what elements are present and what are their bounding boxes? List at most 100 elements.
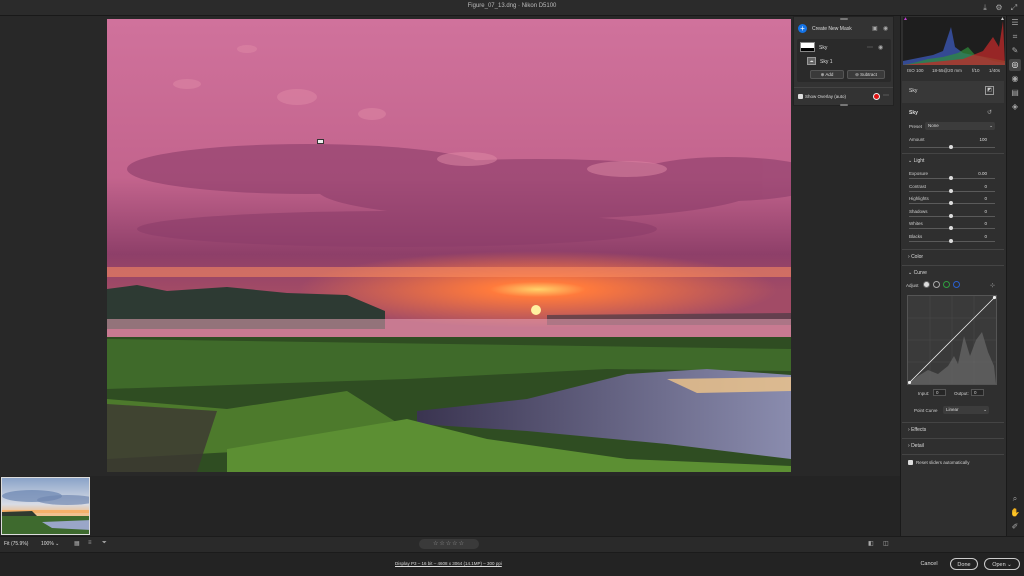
- mask-thumbnail[interactable]: [800, 42, 815, 52]
- blacks-value[interactable]: 0: [971, 234, 987, 239]
- green-channel-icon[interactable]: [943, 281, 950, 288]
- done-button[interactable]: Done: [950, 558, 978, 570]
- panel-drag-handle[interactable]: [840, 18, 848, 20]
- preset-label: Preset: [909, 124, 923, 129]
- amount-value[interactable]: 100: [971, 137, 987, 142]
- masking-icon[interactable]: ◎: [1009, 59, 1021, 71]
- preset-dropdown[interactable]: None ⌄: [925, 122, 995, 130]
- amount-slider-thumb[interactable]: [949, 145, 953, 149]
- mask-edit-icon[interactable]: ◩: [985, 86, 994, 95]
- filter-icon[interactable]: ⏷: [102, 540, 107, 547]
- shadow-clipping-icon[interactable]: ▲: [903, 16, 908, 22]
- show-overlay-checkbox[interactable]: [798, 94, 803, 99]
- snapshots-icon[interactable]: ▤: [1009, 87, 1021, 99]
- sort-icon[interactable]: ≡: [88, 540, 92, 546]
- open-button[interactable]: Open ⌄: [984, 558, 1020, 570]
- photo-preview[interactable]: [107, 19, 791, 472]
- highlights-value[interactable]: 0: [971, 196, 987, 201]
- reset-sliders-checkbox[interactable]: [908, 460, 913, 465]
- color-section-toggle[interactable]: › Color: [908, 254, 923, 260]
- before-after-icon[interactable]: ◧: [868, 540, 874, 547]
- shadows-slider-thumb[interactable]: [949, 213, 953, 218]
- mask-name[interactable]: Sky: [819, 45, 827, 51]
- effects-section-toggle[interactable]: › Effects: [908, 427, 926, 433]
- output-label: Output:: [954, 391, 969, 396]
- whites-value[interactable]: 0: [971, 221, 987, 226]
- panel-resize-handle[interactable]: [840, 104, 848, 106]
- blacks-label: Blacks: [909, 233, 923, 239]
- light-section-toggle[interactable]: ⌄ Light: [908, 158, 924, 164]
- sky-component-icon[interactable]: ☁: [807, 57, 816, 65]
- gear-icon[interactable]: ⚙: [994, 3, 1004, 13]
- exposure-slider-thumb[interactable]: [949, 176, 953, 180]
- mask-header-title: Sky: [909, 88, 918, 94]
- create-new-mask-label[interactable]: Create New Mask: [812, 26, 852, 32]
- divider: [902, 249, 1004, 250]
- workflow-options-link[interactable]: Display P3 – 16 bit – 4608 x 3064 (14.1M…: [395, 561, 502, 566]
- divider: [902, 153, 1004, 154]
- highlights-slider-thumb[interactable]: [949, 201, 953, 205]
- contrast-slider-thumb[interactable]: [949, 188, 953, 193]
- mask-component-name[interactable]: Sky 1: [820, 59, 833, 65]
- zoom-dropdown[interactable]: 100% ⌄: [41, 541, 59, 547]
- subtract-button[interactable]: ⊖ Subtract: [847, 70, 885, 79]
- input-field[interactable]: 0: [933, 389, 946, 396]
- fit-zoom-button[interactable]: Fit (75.9%): [4, 541, 28, 547]
- panel-toggle-icon[interactable]: ◫: [883, 540, 889, 547]
- input-label: Input:: [918, 391, 930, 396]
- mask-pin-icon[interactable]: [317, 139, 324, 144]
- presets-icon[interactable]: ◈: [1009, 101, 1021, 113]
- adjust-label: Adjust: [906, 283, 919, 288]
- tone-curve-graph[interactable]: [907, 295, 997, 385]
- shadows-value[interactable]: 0: [971, 209, 987, 214]
- target-adjust-icon[interactable]: ⊹: [990, 282, 995, 289]
- divider: [902, 454, 1004, 455]
- divider: [902, 422, 1004, 423]
- overlay-color-swatch[interactable]: [873, 93, 880, 100]
- mask-title: Sky: [909, 110, 918, 116]
- crop-icon[interactable]: ⌗: [1009, 31, 1021, 43]
- red-eye-icon[interactable]: ◉: [1009, 73, 1021, 85]
- color-sampler-icon[interactable]: ✐: [1009, 521, 1021, 533]
- footer-bar: Display P3 – 16 bit – 4608 x 3064 (14.1M…: [0, 552, 1024, 576]
- shadows-label: Shadows: [909, 208, 928, 214]
- reset-icon[interactable]: ↺: [987, 109, 992, 116]
- cancel-button[interactable]: Cancel: [915, 558, 943, 570]
- star-rating[interactable]: ☆☆☆☆☆: [419, 539, 479, 549]
- divider: [794, 87, 893, 88]
- mask-panel-collapse-icon[interactable]: ▣: [872, 25, 878, 32]
- eye-icon[interactable]: ◉: [883, 25, 888, 32]
- amount-label: Amount: [909, 137, 925, 142]
- filmstrip-view-icon[interactable]: ▦: [74, 540, 80, 547]
- filmstrip-thumbnail[interactable]: [1, 477, 90, 535]
- expand-icon[interactable]: ⤢: [1009, 3, 1019, 13]
- point-curve-label: Point Curve: [914, 408, 938, 413]
- more-icon[interactable]: ⋯: [867, 44, 873, 51]
- divider: [902, 265, 1004, 266]
- whites-slider-thumb[interactable]: [949, 226, 953, 230]
- hand-icon[interactable]: ✋: [1009, 507, 1021, 519]
- curve-section-toggle[interactable]: ⌄ Curve: [908, 270, 927, 276]
- add-mask-icon[interactable]: +: [798, 24, 807, 33]
- save-icon[interactable]: ⤓: [980, 3, 990, 13]
- highlight-clipping-icon[interactable]: ▲: [1000, 16, 1005, 22]
- edit-sliders-icon[interactable]: ☰: [1009, 17, 1021, 29]
- blue-channel-icon[interactable]: [953, 281, 960, 288]
- overlay-options-icon[interactable]: ⋯: [883, 92, 889, 99]
- info-iso: ISO 100: [907, 68, 924, 73]
- output-field[interactable]: 0: [971, 389, 984, 396]
- point-curve-icon[interactable]: [933, 281, 940, 288]
- parametric-curve-icon[interactable]: [923, 281, 930, 288]
- zoom-icon[interactable]: ⌕: [1009, 493, 1021, 505]
- point-curve-dropdown[interactable]: Linear ⌄: [943, 406, 989, 414]
- whites-label: Whites: [909, 221, 923, 226]
- detail-section-toggle[interactable]: › Detail: [908, 443, 924, 449]
- mask-visibility-icon[interactable]: ◉: [878, 44, 883, 51]
- contrast-value[interactable]: 0: [971, 184, 987, 189]
- add-button[interactable]: ⊕ Add: [810, 70, 844, 79]
- bottom-toolbar: Fit (75.9%) 100% ⌄ ▦ ≡ ⏷ ☆☆☆☆☆ ◧ ◫: [0, 536, 1024, 552]
- blacks-slider-thumb[interactable]: [949, 238, 953, 243]
- healing-icon[interactable]: ✎: [1009, 45, 1021, 57]
- exposure-value[interactable]: 0.00: [971, 171, 987, 176]
- title-bar: Figure_07_13.dng · Nikon D5100 ⤓ ⚙ ⤢: [0, 0, 1024, 16]
